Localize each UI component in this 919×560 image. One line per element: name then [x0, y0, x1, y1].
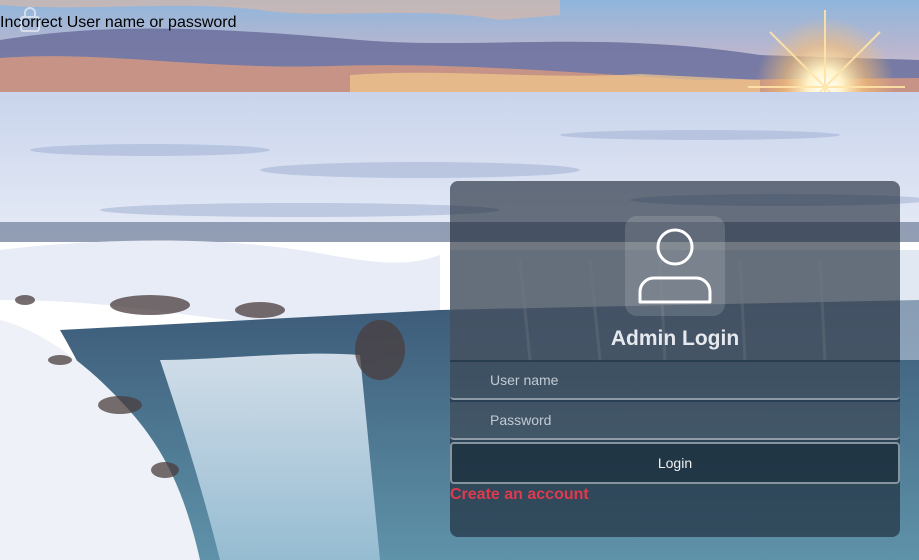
password-input[interactable] [450, 402, 900, 440]
error-message: Incorrect User name or password [0, 14, 237, 31]
login-panel: Admin Login Login Create an account [450, 181, 900, 537]
username-input[interactable] [450, 362, 900, 400]
login-title: Admin Login [610, 327, 740, 350]
user-icon [625, 216, 725, 316]
create-account-link[interactable]: Create an account [450, 486, 589, 504]
login-button[interactable]: Login [450, 442, 900, 484]
